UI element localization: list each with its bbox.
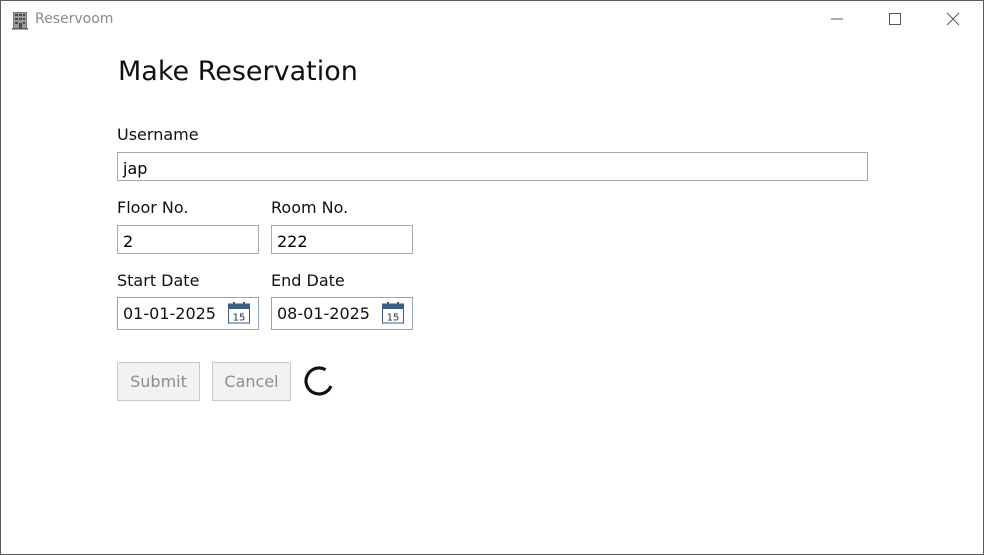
floor-input[interactable]: 2 bbox=[117, 225, 259, 254]
close-icon bbox=[946, 12, 960, 26]
building-icon bbox=[12, 12, 28, 30]
loading-spinner-icon bbox=[304, 366, 333, 396]
start-date-value: 01-01-2025 bbox=[123, 304, 216, 323]
title-bar[interactable]: Reservoom bbox=[1, 1, 983, 37]
start-date-picker[interactable]: 01-01-2025 15 bbox=[117, 297, 259, 330]
end-date-value: 08-01-2025 bbox=[277, 304, 370, 323]
calendar-icon[interactable]: 15 bbox=[381, 301, 405, 325]
maximize-icon bbox=[889, 13, 901, 25]
calendar-day-text: 15 bbox=[387, 313, 400, 324]
app-window: Reservoom Make Reservation Username jap … bbox=[0, 0, 984, 555]
username-input[interactable]: jap bbox=[117, 152, 868, 181]
window-title: Reservoom bbox=[35, 11, 114, 27]
username-label: Username bbox=[117, 125, 199, 144]
minimize-button[interactable] bbox=[808, 1, 866, 37]
end-date-label: End Date bbox=[271, 271, 345, 290]
cancel-button[interactable]: Cancel bbox=[212, 362, 291, 401]
end-date-picker[interactable]: 08-01-2025 15 bbox=[271, 297, 413, 330]
calendar-icon[interactable]: 15 bbox=[227, 301, 251, 325]
page-title: Make Reservation bbox=[118, 56, 358, 87]
calendar-day-text: 15 bbox=[233, 313, 246, 324]
submit-button[interactable]: Submit bbox=[117, 362, 200, 401]
start-date-label: Start Date bbox=[117, 271, 200, 290]
room-label: Room No. bbox=[271, 198, 349, 217]
floor-label: Floor No. bbox=[117, 198, 189, 217]
room-input[interactable]: 222 bbox=[271, 225, 413, 254]
minimize-icon bbox=[831, 18, 843, 20]
close-button[interactable] bbox=[924, 1, 982, 37]
maximize-button[interactable] bbox=[866, 1, 924, 37]
